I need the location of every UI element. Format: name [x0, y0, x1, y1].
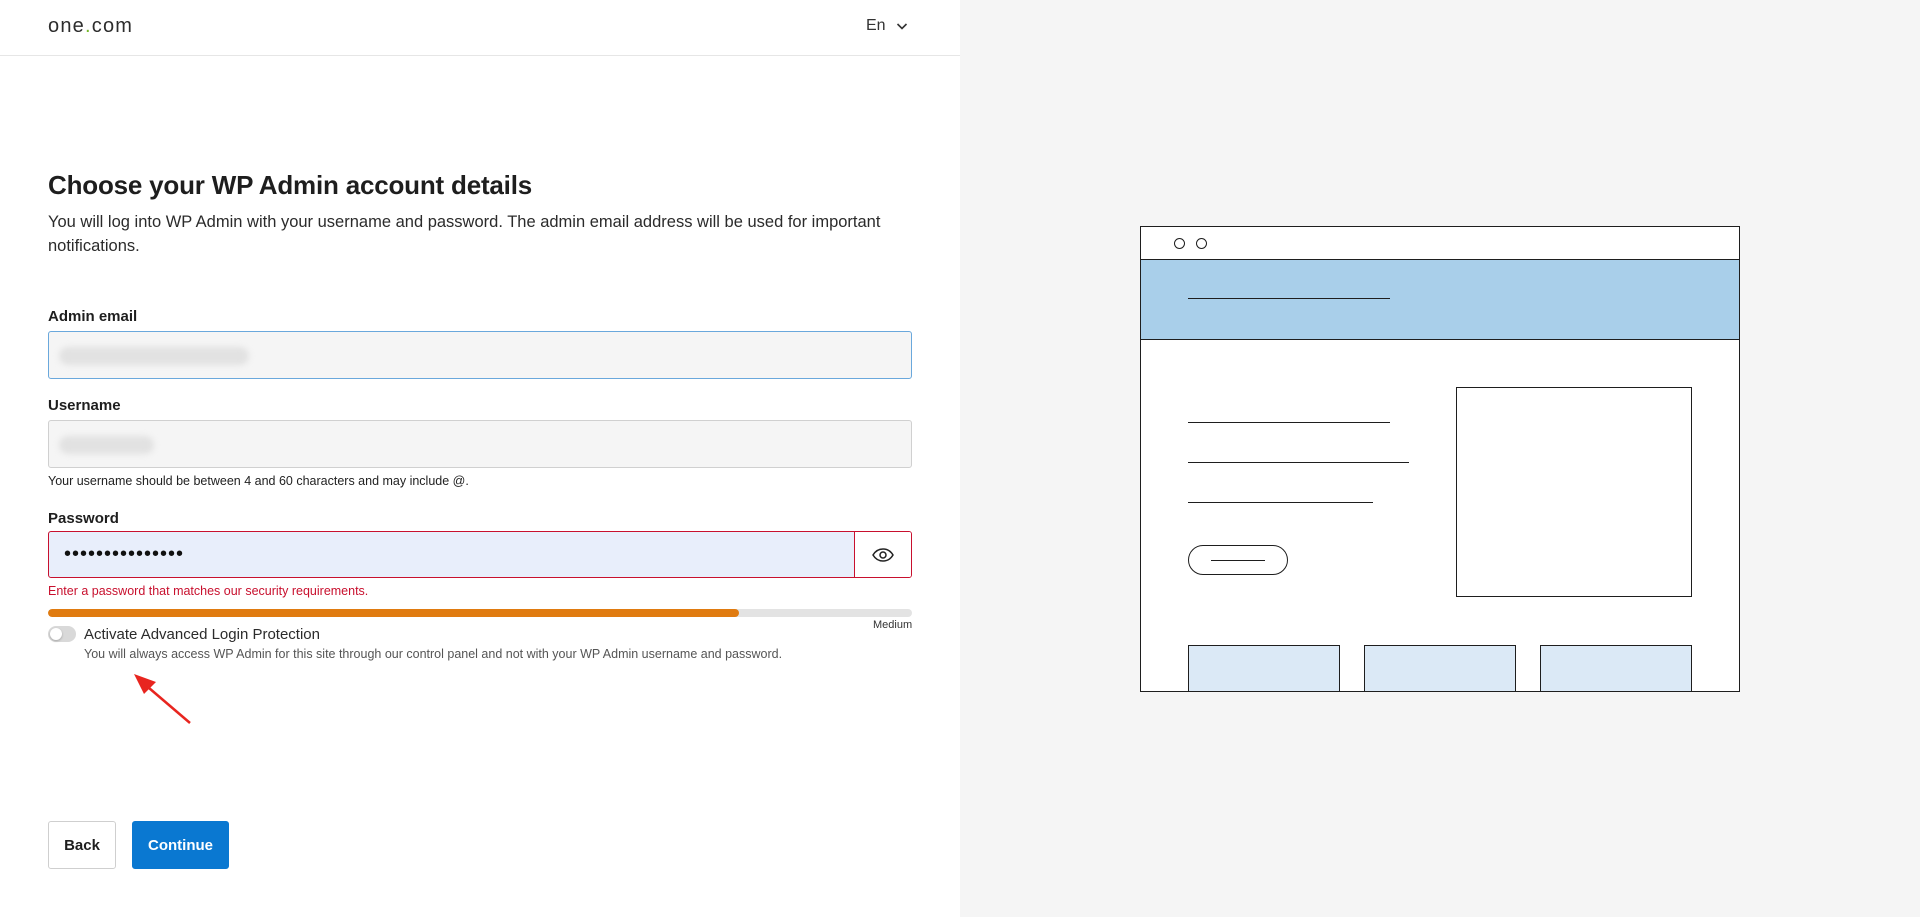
- mockup-text-line: [1188, 502, 1373, 503]
- chevron-down-icon: [896, 23, 907, 30]
- one-com-logo[interactable]: one.com: [48, 15, 133, 38]
- language-selector[interactable]: En: [866, 17, 908, 35]
- eye-icon: [872, 547, 894, 562]
- password-strength-label: Medium: [873, 619, 913, 631]
- logo-text-one: one: [48, 15, 85, 37]
- admin-email-field[interactable]: [48, 331, 912, 379]
- mockup-titlebar: [1141, 227, 1739, 260]
- mockup-card: [1364, 645, 1516, 691]
- language-label: En: [866, 17, 886, 34]
- annotation-arrow-icon: [134, 674, 191, 724]
- password-strength-fill: [48, 609, 740, 617]
- page-intro: You will log into WP Admin with your use…: [48, 213, 881, 255]
- toggle-knob: [50, 628, 62, 640]
- show-password-button[interactable]: [854, 532, 911, 577]
- mockup-window-dot: [1174, 238, 1185, 249]
- login-protection-toggle[interactable]: [48, 626, 76, 642]
- illustration-panel: [960, 0, 1920, 917]
- mockup-window-dot: [1196, 238, 1207, 249]
- mockup-card: [1540, 645, 1692, 691]
- username-field[interactable]: [48, 420, 912, 468]
- back-button[interactable]: Back: [48, 821, 116, 869]
- continue-button[interactable]: Continue: [132, 821, 229, 869]
- mockup-header: [1141, 260, 1739, 340]
- password-field[interactable]: •••••••••••••••: [48, 531, 912, 578]
- password-error: Enter a password that matches our securi…: [48, 584, 369, 598]
- top-bar: one.com En: [0, 0, 960, 56]
- redacted-email-value: [59, 347, 249, 365]
- redacted-username-value: [59, 436, 154, 454]
- mockup-image-box: [1456, 387, 1692, 597]
- username-label: Username: [48, 397, 121, 414]
- mockup-card: [1188, 645, 1340, 691]
- logo-text-com: com: [91, 15, 134, 37]
- mockup-button: [1188, 545, 1288, 575]
- logo-dot: .: [84, 15, 92, 37]
- mockup-header-line: [1188, 298, 1390, 299]
- username-hint: Your username should be between 4 and 60…: [48, 474, 469, 488]
- mockup-text-line: [1188, 422, 1390, 423]
- admin-email-label: Admin email: [48, 308, 138, 325]
- page-title: Choose your WP Admin account details: [48, 170, 532, 200]
- password-label: Password: [48, 510, 119, 527]
- website-mockup-illustration: [1140, 226, 1740, 692]
- password-value: •••••••••••••••: [64, 543, 185, 565]
- mockup-text-line: [1188, 462, 1409, 463]
- password-strength-meter: [48, 609, 912, 617]
- signup-panel: one.com En Choose your WP Admin account …: [0, 0, 960, 917]
- login-protection-description: You will always access WP Admin for this…: [84, 647, 783, 661]
- login-protection-label: Activate Advanced Login Protection: [84, 626, 320, 643]
- mockup-button-line: [1211, 560, 1265, 561]
